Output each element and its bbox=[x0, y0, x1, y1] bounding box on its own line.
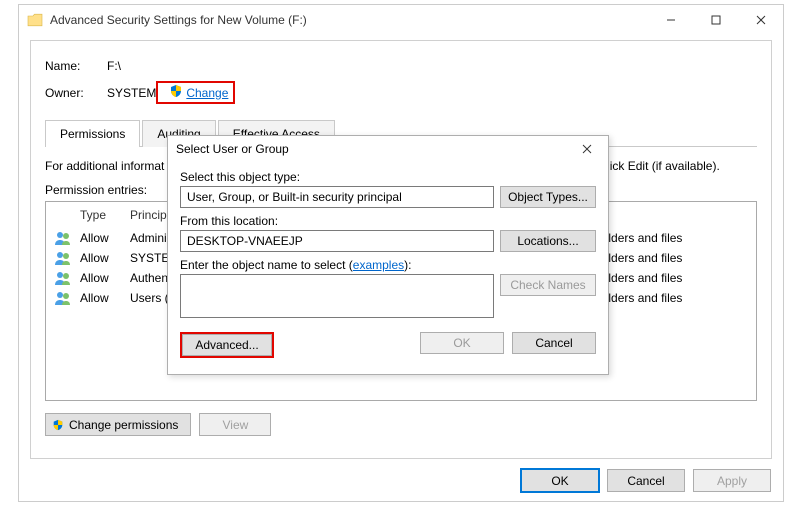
check-names-button[interactable]: Check Names bbox=[500, 274, 596, 296]
popup-titlebar: Select User or Group bbox=[168, 136, 608, 162]
shield-icon bbox=[169, 84, 183, 101]
owner-value: SYSTEM bbox=[107, 86, 156, 100]
cell-type: Allow bbox=[80, 291, 130, 305]
name-row: Name: F:\ bbox=[45, 59, 757, 73]
minimize-button[interactable] bbox=[648, 5, 693, 35]
tab-permissions[interactable]: Permissions bbox=[45, 120, 140, 147]
locations-button[interactable]: Locations... bbox=[500, 230, 596, 252]
name-label: Name: bbox=[45, 59, 107, 73]
object-type-label: Select this object type: bbox=[180, 170, 596, 184]
change-highlight: Change bbox=[156, 81, 235, 104]
popup-title: Select User or Group bbox=[176, 142, 574, 156]
window-controls bbox=[648, 5, 783, 35]
enter-object-label: Enter the object name to select (example… bbox=[180, 258, 596, 272]
popup-ok-button[interactable]: OK bbox=[420, 332, 504, 354]
popup-body: Select this object type: Object Types...… bbox=[168, 162, 608, 368]
maximize-button[interactable] bbox=[693, 5, 738, 35]
users-icon bbox=[54, 270, 74, 286]
location-label: From this location: bbox=[180, 214, 596, 228]
bottom-buttons: Change permissions View bbox=[45, 413, 757, 436]
change-permissions-button[interactable]: Change permissions bbox=[45, 413, 191, 436]
folder-icon bbox=[27, 13, 43, 27]
users-icon bbox=[54, 250, 74, 266]
object-name-input[interactable] bbox=[180, 274, 494, 318]
users-icon bbox=[54, 290, 74, 306]
apply-button[interactable]: Apply bbox=[693, 469, 771, 492]
titlebar: Advanced Security Settings for New Volum… bbox=[19, 5, 783, 35]
ok-button[interactable]: OK bbox=[521, 469, 599, 492]
object-types-button[interactable]: Object Types... bbox=[500, 186, 596, 208]
owner-label: Owner: bbox=[45, 86, 107, 100]
view-button[interactable]: View bbox=[199, 413, 271, 436]
window-title: Advanced Security Settings for New Volum… bbox=[50, 13, 648, 27]
cell-type: Allow bbox=[80, 251, 130, 265]
cell-type: Allow bbox=[80, 271, 130, 285]
dialog-footer: OK Cancel Apply bbox=[521, 469, 771, 492]
change-link[interactable]: Change bbox=[186, 86, 228, 100]
examples-link[interactable]: examples bbox=[353, 258, 404, 272]
close-icon[interactable] bbox=[574, 141, 600, 157]
cancel-button[interactable]: Cancel bbox=[607, 469, 685, 492]
location-input[interactable] bbox=[180, 230, 494, 252]
object-type-input[interactable] bbox=[180, 186, 494, 208]
owner-row: Owner: SYSTEM Change bbox=[45, 81, 757, 104]
popup-cancel-button[interactable]: Cancel bbox=[512, 332, 596, 354]
select-user-or-group-dialog: Select User or Group Select this object … bbox=[167, 135, 609, 375]
advanced-button[interactable]: Advanced... bbox=[182, 334, 272, 356]
close-button[interactable] bbox=[738, 5, 783, 35]
col-type[interactable]: Type bbox=[80, 208, 130, 222]
name-value: F:\ bbox=[107, 59, 121, 73]
users-icon bbox=[54, 230, 74, 246]
popup-footer: Advanced... OK Cancel bbox=[180, 332, 596, 358]
cell-type: Allow bbox=[80, 231, 130, 245]
advanced-highlight: Advanced... bbox=[180, 332, 274, 358]
